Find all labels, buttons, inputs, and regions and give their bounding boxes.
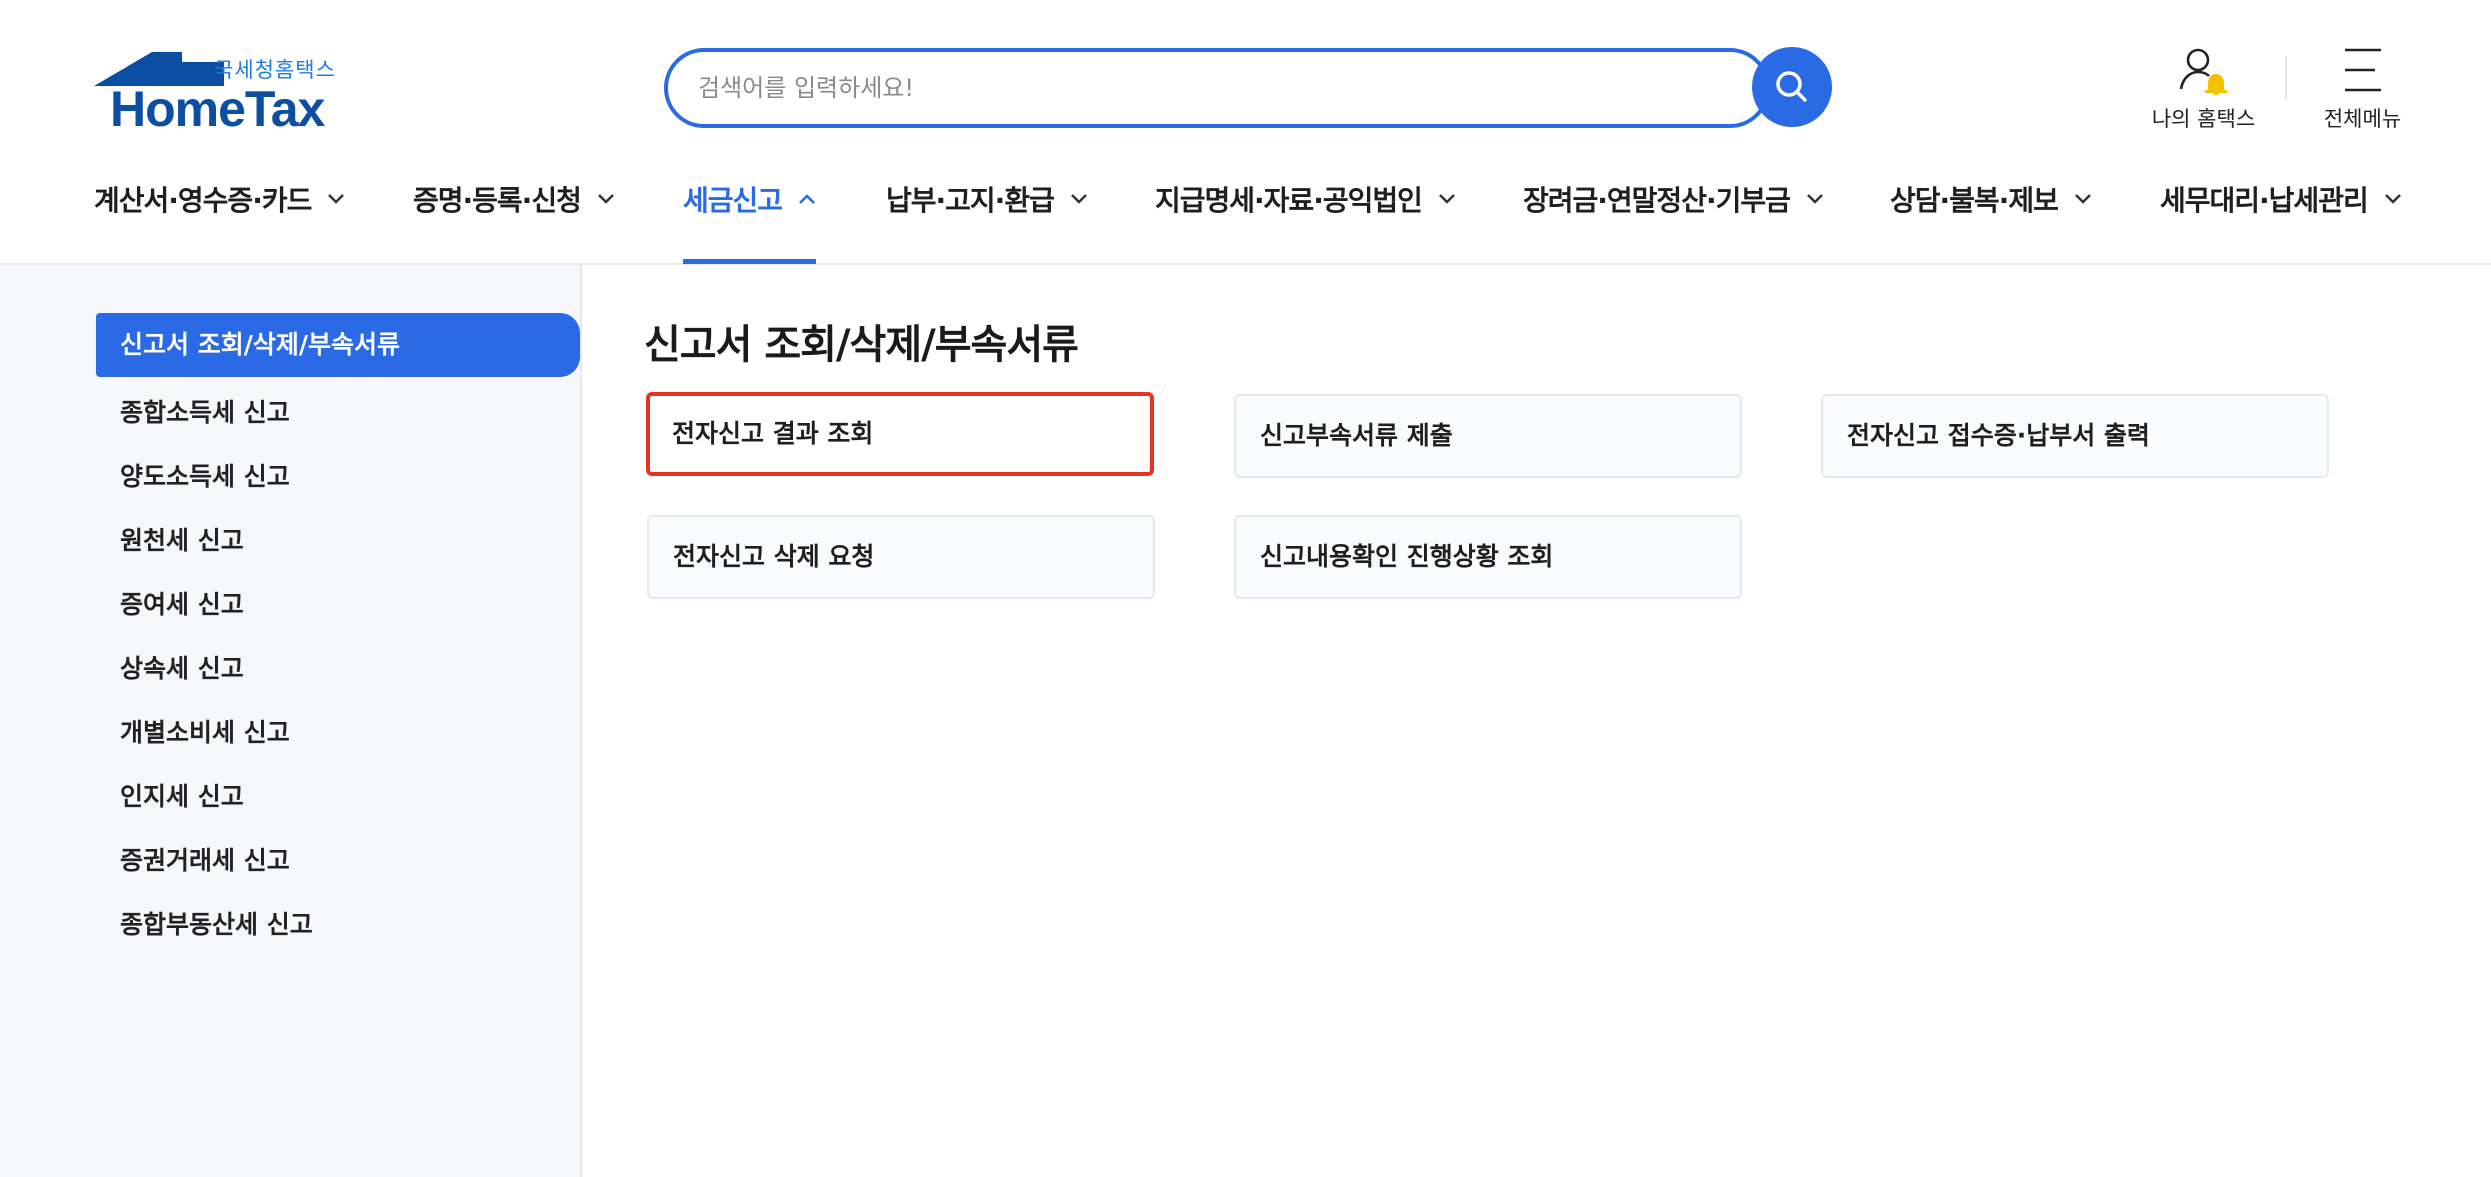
my-hometax-button[interactable]: 나의 홈택스 [2146, 45, 2261, 133]
menu-card[interactable]: 신고부속서류 제출 [1234, 394, 1742, 478]
sidebar-item[interactable]: 종합부동산세 신고 [120, 905, 313, 941]
gnb-label: 증명·등록·신청 [413, 184, 582, 217]
utility-divider [2285, 56, 2287, 100]
sidebar-item[interactable]: 증권거래세 신고 [120, 841, 290, 877]
gnb-item-consult[interactable]: 상담·불복·제보 [1890, 176, 2092, 222]
search-icon [1776, 71, 1807, 102]
gnb-label: 계산서·영수증·카드 [94, 184, 312, 217]
chevron-down-icon [328, 194, 345, 204]
chevron-down-icon [1070, 194, 1087, 204]
search-input[interactable] [698, 52, 1698, 124]
sidebar-item-active[interactable]: 신고서 조회/삭제/부속서류 [96, 313, 580, 377]
search-button[interactable] [1752, 47, 1832, 127]
sidebar-item[interactable]: 원천세 신고 [120, 521, 244, 557]
sidebar-item[interactable]: 증여세 신고 [120, 585, 244, 621]
header: 국세청홈택스 HomeTax 나의 홈택스 [0, 0, 2491, 265]
gnb-item-payment[interactable]: 납부·고지·환급 [886, 176, 1088, 222]
chevron-down-icon [1438, 194, 1455, 204]
my-hometax-label: 나의 홈택스 [2151, 107, 2256, 131]
gnb-label: 납부·고지·환급 [886, 184, 1055, 217]
chevron-up-icon [799, 194, 815, 204]
chevron-down-icon [597, 194, 614, 204]
gnb-label: 상담·불복·제보 [1890, 184, 2059, 217]
gnb-label: 지급명세·자료·공익법인 [1155, 184, 1423, 217]
chevron-down-icon [2384, 194, 2401, 204]
sidebar-item[interactable]: 종합소득세 신고 [120, 393, 290, 429]
gnb-item-tax-filing[interactable]: 세금신고 [683, 176, 816, 222]
gnb-item-statement[interactable]: 지급명세·자료·공익법인 [1155, 176, 1456, 222]
hometax-logo[interactable]: 국세청홈택스 HomeTax [94, 50, 344, 137]
menu-card[interactable]: 전자신고 삭제 요청 [647, 515, 1155, 599]
sidebar-item[interactable]: 상속세 신고 [120, 649, 244, 685]
chevron-down-icon [2074, 194, 2091, 204]
sidebar-item[interactable]: 인지세 신고 [120, 777, 244, 813]
logo-wordmark: HomeTax [110, 81, 325, 137]
hometax-page: 국세청홈택스 HomeTax 나의 홈택스 [0, 0, 2491, 1177]
active-tab-indicator [683, 259, 816, 264]
left-sidebar: 신고서 조회/삭제/부속서류 종합소득세 신고 양도소득세 신고 원천세 신고 … [0, 265, 582, 1177]
sidebar-item[interactable]: 개별소비세 신고 [120, 713, 290, 749]
user-bell-icon [2179, 48, 2227, 95]
all-menu-button[interactable]: 전체메뉴 [2315, 45, 2410, 133]
menu-card[interactable]: 전자신고 결과 조회 [646, 392, 1154, 476]
gnb-item-incentive[interactable]: 장려금·연말정산·기부금 [1523, 176, 1824, 222]
gnb-label: 세무대리·납세관리 [2160, 184, 2369, 217]
gnb-label: 장려금·연말정산·기부금 [1523, 184, 1791, 217]
sidebar-item[interactable]: 양도소득세 신고 [120, 457, 290, 493]
gnb-item-agent[interactable]: 세무대리·납세관리 [2160, 176, 2402, 222]
page-title: 신고서 조회/삭제/부속서류 [644, 322, 1079, 368]
gnb-item-invoice[interactable]: 계산서·영수증·카드 [94, 176, 345, 222]
all-menu-label: 전체메뉴 [2323, 107, 2402, 131]
gnb-label: 세금신고 [683, 184, 783, 217]
menu-card[interactable]: 신고내용확인 진행상황 조회 [1234, 515, 1742, 599]
search-bar [664, 48, 1770, 128]
hamburger-icon [2344, 48, 2381, 92]
chevron-down-icon [1806, 194, 1823, 204]
menu-card[interactable]: 전자신고 접수증·납부서 출력 [1821, 394, 2329, 478]
gnb-item-certificate[interactable]: 증명·등록·신청 [413, 176, 615, 222]
